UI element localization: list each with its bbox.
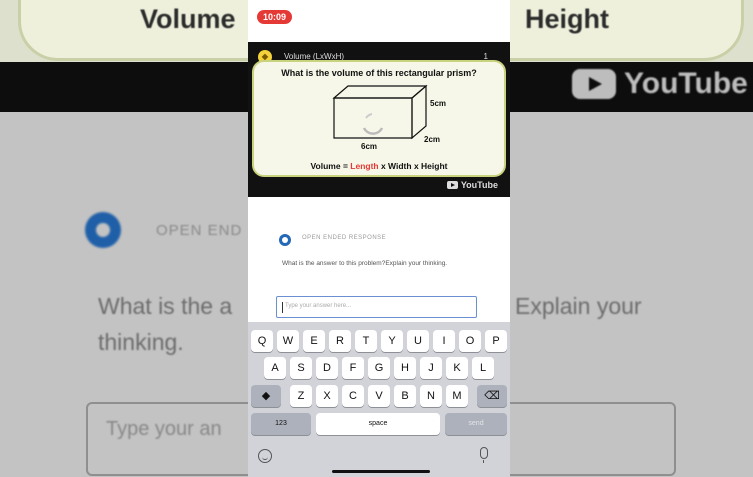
response-card: OPEN ENDED RESPONSE What is the answer t… (248, 197, 510, 322)
key-o[interactable]: O (459, 330, 481, 352)
bg-question-right: Explain your (515, 293, 642, 319)
bg-youtube-logo: YouTube (572, 67, 748, 101)
youtube-label: YouTube (460, 180, 498, 190)
send-key[interactable]: send (445, 413, 507, 435)
microphone-icon[interactable] (480, 447, 488, 463)
length-label: 6cm (361, 142, 378, 151)
formula-length: Length (350, 161, 379, 171)
key-v[interactable]: V (368, 385, 390, 407)
key-e[interactable]: E (303, 330, 325, 352)
backspace-icon: ⌫ (484, 390, 500, 402)
key-j[interactable]: J (420, 357, 442, 379)
key-q[interactable]: Q (251, 330, 273, 352)
key-i[interactable]: I (433, 330, 455, 352)
home-indicator[interactable] (332, 470, 430, 473)
bg-formula-left: Volume (140, 4, 236, 34)
key-h[interactable]: H (394, 357, 416, 379)
shift-key[interactable]: ◆ (251, 385, 281, 407)
phone-screen: 10:09 ◆ Volume (LxWxH) 1 What is the vol… (248, 0, 510, 477)
formula-start: Volume = (310, 161, 351, 171)
bg-youtube-label: YouTube (624, 67, 748, 100)
numbers-key[interactable]: 123 (251, 413, 311, 435)
bg-formula-right: Height (525, 4, 609, 34)
height-label: 5cm (430, 99, 447, 108)
width-label: 2cm (424, 135, 441, 144)
slide-question: What is the volume of this rectangular p… (281, 68, 477, 78)
answer-placeholder: Type your answer here... (285, 303, 352, 309)
key-p[interactable]: P (485, 330, 507, 352)
bg-youtube-play-icon (572, 69, 616, 99)
space-key[interactable]: space (316, 413, 440, 435)
bg-radio-icon (85, 212, 121, 248)
key-n[interactable]: N (420, 385, 442, 407)
key-u[interactable]: U (407, 330, 429, 352)
backspace-key[interactable]: ⌫ (477, 385, 507, 407)
key-d[interactable]: D (316, 357, 338, 379)
key-w[interactable]: W (277, 330, 299, 352)
key-r[interactable]: R (329, 330, 351, 352)
key-k[interactable]: K (446, 357, 468, 379)
response-type-icon (279, 234, 291, 246)
key-b[interactable]: B (394, 385, 416, 407)
key-z[interactable]: Z (290, 385, 312, 407)
response-type-label: OPEN ENDED RESPONSE (302, 235, 387, 241)
volume-formula: Volume = Length x Width x Height (254, 161, 504, 171)
video-player[interactable]: ◆ Volume (LxWxH) 1 What is the volume of… (248, 42, 510, 197)
key-t[interactable]: T (355, 330, 377, 352)
shift-icon: ◆ (261, 390, 271, 402)
key-a[interactable]: A (264, 357, 286, 379)
question-text: What is the answer to this problem?Expla… (282, 260, 448, 267)
emoji-icon[interactable] (258, 449, 272, 463)
answer-input[interactable]: Type your answer here... (276, 296, 477, 318)
youtube-logo[interactable]: YouTube (446, 180, 498, 190)
key-x[interactable]: X (316, 385, 338, 407)
bg-question-line2: thinking. (98, 329, 184, 355)
key-f[interactable]: F (342, 357, 364, 379)
key-c[interactable]: C (342, 385, 364, 407)
bg-question-line1: What is the a (98, 293, 233, 319)
bg-open-label: OPEN END (156, 222, 243, 239)
bg-answer-placeholder: Type your an (106, 418, 222, 440)
status-time: 10:09 (257, 10, 293, 24)
key-s[interactable]: S (290, 357, 312, 379)
youtube-play-icon (446, 181, 458, 189)
status-bar: 10:09 (248, 0, 510, 42)
text-cursor (282, 302, 283, 313)
key-m[interactable]: M (446, 385, 468, 407)
rectangular-prism-diagram (332, 84, 428, 140)
key-g[interactable]: G (368, 357, 390, 379)
key-y[interactable]: Y (381, 330, 403, 352)
key-l[interactable]: L (472, 357, 494, 379)
video-slide: What is the volume of this rectangular p… (252, 60, 506, 177)
formula-end: x Width x Height (378, 161, 448, 171)
